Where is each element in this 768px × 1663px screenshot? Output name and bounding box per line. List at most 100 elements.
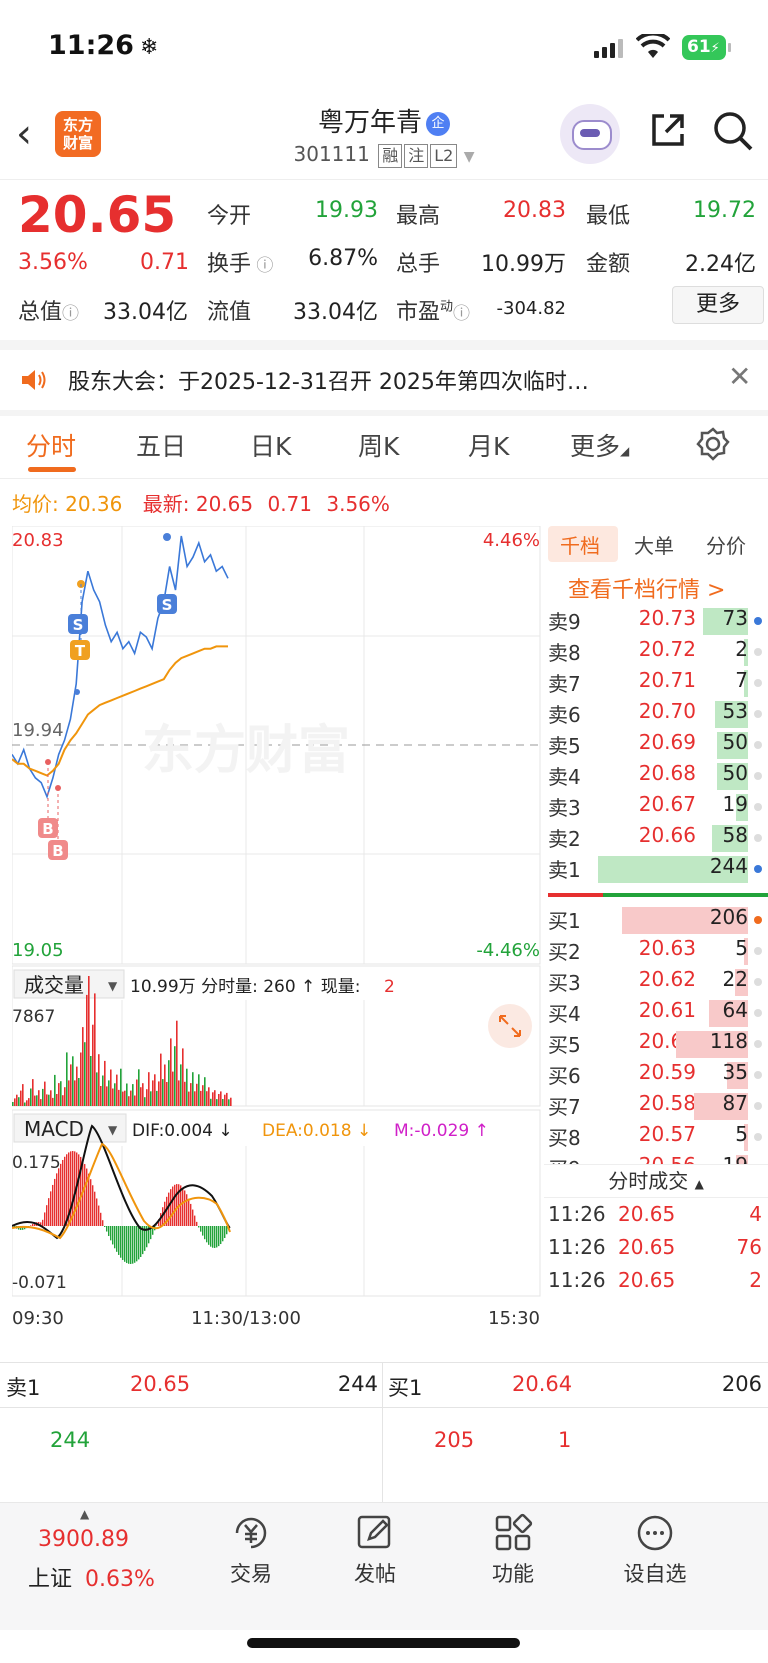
tab-monthly-k[interactable]: 月K — [468, 427, 509, 463]
intraday-chart[interactable]: 东方财富 20.83 19.94 19.05 4.46% -4.46% B B … — [12, 526, 542, 1336]
tab-five-day[interactable]: 五日 — [136, 427, 186, 463]
tab-depth[interactable]: 千档 — [560, 530, 600, 559]
tab-weekly-k[interactable]: 周K — [358, 427, 399, 463]
bid-row[interactable]: 买4 20.61 64 — [544, 998, 768, 1029]
bid-row[interactable]: 买7 20.58 87 — [544, 1091, 768, 1122]
volume-bar — [136, 1079, 138, 1106]
macd-bar — [184, 1190, 186, 1226]
volume-bar — [106, 1086, 108, 1106]
ask-row[interactable]: 卖120.65244 — [544, 854, 768, 885]
bid-row[interactable]: 买5 20.60 118 — [544, 1029, 768, 1060]
tab-more[interactable]: 更多◢ — [570, 427, 629, 463]
order-level-label: 卖6 — [548, 703, 581, 727]
trade-volume: 2 — [749, 1268, 762, 1292]
order-level-label: 卖9 — [548, 610, 581, 634]
snowflake-icon: ❄ — [139, 35, 159, 60]
search-icon[interactable] — [712, 110, 754, 152]
trades-header[interactable]: 分时成交 ▲ — [544, 1164, 768, 1198]
trade-price: 20.65 — [618, 1235, 676, 1259]
volume-bar — [22, 1084, 24, 1106]
bid-row[interactable]: 买120.64206 — [544, 905, 768, 936]
volume-bar — [104, 1060, 106, 1106]
volume-bar — [58, 1083, 60, 1106]
volume-bar — [56, 1094, 58, 1106]
depth-link[interactable]: 查看千档行情 > — [568, 572, 725, 604]
time-end-label: 15:30 — [488, 1308, 540, 1329]
macd-bar — [128, 1226, 130, 1264]
volume-label: 总手 — [396, 252, 441, 277]
settings-icon[interactable] — [696, 427, 730, 461]
tab-post[interactable]: 发帖 — [320, 1513, 430, 1588]
trade-volume: 76 — [736, 1235, 762, 1259]
tab-big-orders[interactable]: 大单 — [634, 530, 674, 559]
order-level-label: 买6 — [548, 1064, 581, 1088]
macd-bar — [46, 1205, 48, 1226]
tab-daily-k[interactable]: 日K — [250, 427, 291, 463]
order-volume: 244 — [709, 854, 748, 878]
macd-bar — [84, 1164, 86, 1226]
ask1-price: 20.65 — [130, 1372, 191, 1396]
volume-max-label: 7867 — [12, 1007, 55, 1027]
macd-bar — [56, 1173, 58, 1226]
tab-functions[interactable]: 功能 — [458, 1513, 568, 1588]
volume-bar — [156, 1090, 158, 1106]
tab-trade[interactable]: 交易 — [196, 1513, 306, 1588]
order-volume: 73 — [722, 606, 748, 630]
high-label: 最高 — [396, 204, 441, 229]
ask-row[interactable]: 卖3 20.67 19 — [544, 792, 768, 823]
index-value[interactable]: 3900.89 — [38, 1527, 129, 1552]
expand-icon[interactable] — [488, 1004, 532, 1048]
ask-row[interactable]: 卖2 20.66 58 — [544, 823, 768, 854]
change-amount: 0.71 — [140, 250, 189, 275]
close-icon[interactable]: ✕ — [728, 360, 751, 393]
battery-icon: 61⚡ — [682, 35, 731, 60]
dif-value: DIF:0.004 ↓ — [132, 1121, 233, 1141]
order-level-label: 买5 — [548, 1033, 581, 1057]
assistant-robot-icon[interactable] — [560, 104, 620, 164]
tab-add-watchlist[interactable]: 设自选 — [600, 1513, 710, 1588]
order-volume: 5 — [735, 1122, 748, 1146]
macd-bar — [42, 1219, 44, 1226]
stock-header: ‹ 东方 财富 粤万年青企 301111 融注 L2 ▼ — [0, 96, 768, 180]
volume-bar — [144, 1097, 146, 1106]
volume-bar — [130, 1090, 132, 1106]
volume-bar — [226, 1092, 228, 1106]
bid-row[interactable]: 买2 20.63 5 — [544, 936, 768, 967]
volume-bar — [184, 1081, 186, 1106]
ask-row[interactable]: 卖6 20.70 53 — [544, 699, 768, 730]
index-ticker[interactable]: 上证 0.63% — [28, 1561, 155, 1593]
volume-bar — [44, 1081, 46, 1106]
volume-bar — [174, 1046, 176, 1106]
ask-row[interactable]: 卖4 20.68 50 — [544, 761, 768, 792]
bid-row[interactable]: 买6 20.59 35 — [544, 1060, 768, 1091]
volume-bar — [100, 1086, 102, 1106]
macd-bar — [172, 1186, 174, 1226]
tab-intraday[interactable]: 分时 — [26, 427, 76, 463]
volume-bar — [98, 1054, 100, 1106]
volume-bar — [76, 1066, 78, 1106]
order-price: 20.71 — [638, 668, 696, 692]
bid-row[interactable]: 买3 20.62 22 — [544, 967, 768, 998]
order-volume: 50 — [722, 730, 748, 754]
info-icon: ⓘ — [453, 304, 471, 324]
order-volume: 87 — [722, 1091, 748, 1115]
bid-row[interactable]: 买8 20.57 5 — [544, 1122, 768, 1153]
volume-bar — [88, 976, 90, 1106]
order-volume: 35 — [722, 1060, 748, 1084]
order-level-label: 买1 — [548, 909, 581, 933]
tab-price-dist[interactable]: 分价 — [706, 530, 746, 559]
ask-row[interactable]: 卖9 20.73 73 — [544, 606, 768, 637]
macd-bar — [50, 1191, 52, 1226]
macd-bar — [222, 1226, 224, 1242]
ask-row[interactable]: 卖8 20.72 2 — [544, 637, 768, 668]
more-button[interactable]: 更多 — [672, 286, 764, 324]
volume-bar — [218, 1094, 220, 1106]
divider — [0, 340, 768, 350]
order-volume: 53 — [722, 699, 748, 723]
volume-bar — [206, 1091, 208, 1106]
share-icon[interactable] — [648, 110, 688, 150]
ask-row[interactable]: 卖7 20.71 7 — [544, 668, 768, 699]
ask-row[interactable]: 卖5 20.69 50 — [544, 730, 768, 761]
volume-bar — [70, 1064, 72, 1106]
notice-banner[interactable]: 股东大会：于2025-12-31召开 2025年第四次临时… ✕ — [0, 350, 768, 412]
